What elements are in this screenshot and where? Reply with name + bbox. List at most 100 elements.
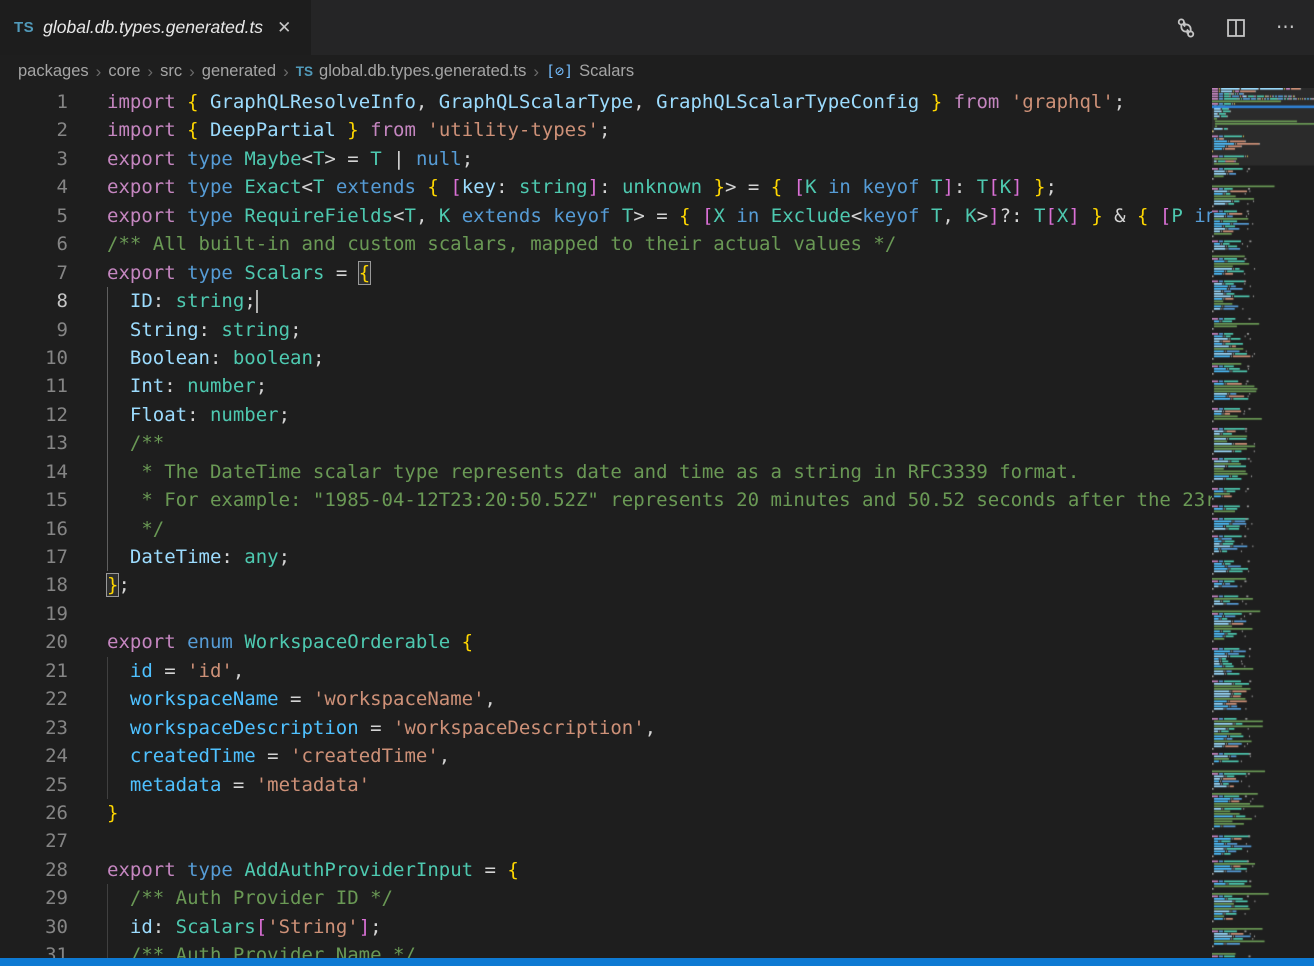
tab-bar: TS global.db.types.generated.ts ✕ ⋯ [0, 0, 1314, 55]
code-text: metadata = 'metadata' [107, 771, 370, 799]
text-cursor [256, 290, 258, 313]
breadcrumb-item-src[interactable]: src [160, 62, 182, 81]
code-text: import { GraphQLResolveInfo, GraphQLScal… [107, 88, 1125, 116]
compare-changes-icon [1175, 17, 1197, 39]
ellipsis-icon: ⋯ [1276, 16, 1296, 39]
typescript-file-icon: TS [14, 19, 34, 36]
code-text: } [107, 799, 118, 827]
breadcrumb-separator: › [526, 62, 546, 82]
code-line[interactable]: 26} [0, 799, 1212, 827]
line-number: 17 [0, 543, 68, 571]
code-text: Float: number; [107, 401, 290, 429]
code-text: Int: number; [107, 372, 267, 400]
line-number: 3 [0, 145, 68, 173]
code-line[interactable]: 21 id = 'id', [0, 657, 1212, 685]
tab-global-db-types[interactable]: TS global.db.types.generated.ts ✕ [0, 0, 312, 55]
code-text: /** Auth Provider Name */ [107, 941, 416, 958]
split-editor-button[interactable] [1224, 16, 1248, 40]
line-number: 7 [0, 259, 68, 287]
line-number: 27 [0, 827, 68, 855]
code-line[interactable]: 15 * For example: "1985-04-12T23:20:50.5… [0, 486, 1212, 514]
code-line[interactable]: 6 /** All built-in and custom scalars, ma… [0, 230, 1212, 258]
code-line[interactable]: 5 export type RequireFields<T, K extends … [0, 202, 1212, 230]
code-text: export type AddAuthProviderInput = { [107, 856, 519, 884]
tab-title: global.db.types.generated.ts [43, 17, 263, 38]
line-number: 21 [0, 657, 68, 685]
code-line[interactable]: 20export enum WorkspaceOrderable { [0, 628, 1212, 656]
code-line[interactable]: 27 [0, 827, 1212, 855]
code-text: */ [107, 515, 164, 543]
breadcrumb-separator: › [276, 62, 296, 82]
code-text: workspaceName = 'workspaceName', [107, 685, 496, 713]
line-number: 23 [0, 714, 68, 742]
code-text: id: Scalars['String']; [107, 913, 382, 941]
line-number: 12 [0, 401, 68, 429]
code-line[interactable]: 19 [0, 600, 1212, 628]
code-line[interactable]: 8 ID: string; [0, 287, 1212, 315]
breadcrumb-item-packages[interactable]: packages [18, 62, 89, 81]
breadcrumb-separator: › [89, 62, 109, 82]
code-line[interactable]: 28 export type AddAuthProviderInput = { [0, 856, 1212, 884]
code-line[interactable]: 10 Boolean: boolean; [0, 344, 1212, 372]
code-line[interactable]: 13 /** [0, 429, 1212, 457]
code-line[interactable]: 23 workspaceDescription = 'workspaceDesc… [0, 714, 1212, 742]
editor-actions: ⋯ [1174, 0, 1314, 55]
close-tab-icon[interactable]: ✕ [277, 19, 291, 36]
line-number: 24 [0, 742, 68, 770]
code-line[interactable]: 24 createdTime = 'createdTime', [0, 742, 1212, 770]
line-number: 16 [0, 515, 68, 543]
code-text: export type RequireFields<T, K extends k… [107, 202, 1212, 230]
code-line[interactable]: 22 workspaceName = 'workspaceName', [0, 685, 1212, 713]
breadcrumb-separator: › [182, 62, 202, 82]
code-line[interactable]: 12 Float: number; [0, 401, 1212, 429]
line-number: 26 [0, 799, 68, 827]
line-number: 11 [0, 372, 68, 400]
breadcrumb-item-symbol[interactable]: [⊘]Scalars [546, 62, 634, 81]
breadcrumb-separator: › [140, 62, 160, 82]
code-text: export type Scalars = { [107, 259, 370, 287]
code-line[interactable]: 29 /** Auth Provider ID */ [0, 884, 1212, 912]
code-text: workspaceDescription = 'workspaceDescrip… [107, 714, 656, 742]
compare-changes-button[interactable] [1174, 16, 1198, 40]
breadcrumb-item-core[interactable]: core [108, 62, 140, 81]
vscode-window: { "tab_bar": { "tab": { "file_icon": "TS… [0, 0, 1314, 966]
code-line[interactable]: 11 Int: number; [0, 372, 1212, 400]
code-line[interactable]: 30 id: Scalars['String']; [0, 913, 1212, 941]
line-number: 8 [0, 287, 68, 315]
code-editor[interactable]: 1import { GraphQLResolveInfo, GraphQLSca… [0, 88, 1212, 958]
code-line[interactable]: 2import { DeepPartial } from 'utility-ty… [0, 116, 1212, 144]
line-number: 14 [0, 458, 68, 486]
code-line[interactable]: 4export type Exact<T extends { [key: str… [0, 173, 1212, 201]
code-line[interactable]: 18}; [0, 571, 1212, 599]
line-number: 28 [0, 856, 68, 884]
line-number: 25 [0, 771, 68, 799]
code-text: export type Maybe<T> = T | null; [107, 145, 473, 173]
code-text: createdTime = 'createdTime', [107, 742, 450, 770]
code-text: /** All built-in and custom scalars, map… [107, 230, 896, 258]
code-line[interactable]: 9 String: string; [0, 316, 1212, 344]
breadcrumb-item-generated[interactable]: generated [202, 62, 276, 81]
line-number: 13 [0, 429, 68, 457]
code-text: String: string; [107, 316, 302, 344]
code-line[interactable]: 1import { GraphQLResolveInfo, GraphQLSca… [0, 88, 1212, 116]
code-line[interactable]: 16 */ [0, 515, 1212, 543]
code-text: * For example: "1985-04-12T23:20:50.52Z"… [107, 486, 1212, 514]
line-number: 22 [0, 685, 68, 713]
more-actions-button[interactable]: ⋯ [1274, 16, 1298, 40]
line-number: 20 [0, 628, 68, 656]
code-line[interactable]: 31 /** Auth Provider Name */ [0, 941, 1212, 958]
code-line[interactable]: 7 export type Scalars = { [0, 259, 1212, 287]
line-number: 5 [0, 202, 68, 230]
line-number: 29 [0, 884, 68, 912]
line-number: 15 [0, 486, 68, 514]
line-number: 4 [0, 173, 68, 201]
code-text: }; [107, 571, 130, 599]
line-number: 6 [0, 230, 68, 258]
code-text: /** [107, 429, 164, 457]
code-line[interactable]: 3 export type Maybe<T> = T | null; [0, 145, 1212, 173]
code-line[interactable]: 14 * The DateTime scalar type represents… [0, 458, 1212, 486]
breadcrumb-item-file[interactable]: TSglobal.db.types.generated.ts [296, 62, 527, 81]
code-line[interactable]: 25 metadata = 'metadata' [0, 771, 1212, 799]
code-line[interactable]: 17 DateTime: any; [0, 543, 1212, 571]
minimap[interactable] [1212, 88, 1314, 958]
